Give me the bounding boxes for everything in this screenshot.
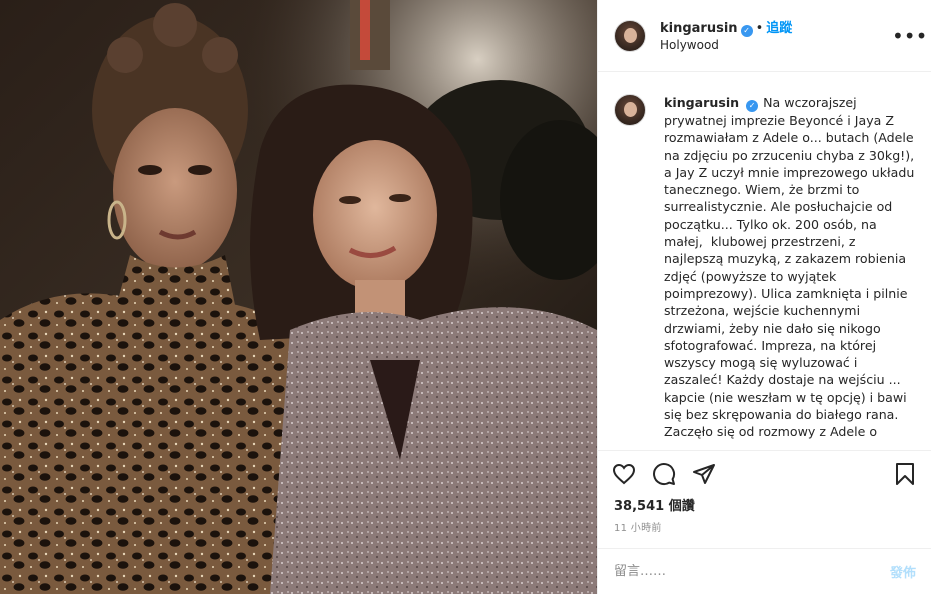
caption-row: kingarusin ✓ Na wczorajszej prywatnej impr… xyxy=(614,94,916,441)
action-bar xyxy=(610,459,920,489)
heart-icon[interactable] xyxy=(612,462,636,490)
follow-button[interactable]: 追蹤 xyxy=(766,21,792,36)
likes-count[interactable]: 38,541 個讚 xyxy=(614,495,695,514)
post-location[interactable]: Holywood xyxy=(660,37,892,54)
caption-body: Na wczorajszej prywatnej imprezie Beyonc… xyxy=(664,95,919,440)
separator-dot: • xyxy=(755,20,764,36)
bookmark-icon[interactable] xyxy=(893,462,917,490)
post-side-panel: kingarusin ✓ • 追蹤 Holywood ••• kingarusin ✓ N… xyxy=(597,0,931,594)
caption-verified-badge-icon: ✓ xyxy=(746,100,759,112)
post-photo-illustration xyxy=(0,0,597,594)
comments-section[interactable]: kingarusin ✓ Na wczorajszej prywatnej impr… xyxy=(598,72,931,450)
comment-box: 發佈 xyxy=(598,548,931,594)
caption-username[interactable]: kingarusin xyxy=(664,95,739,110)
post-photo[interactable] xyxy=(0,0,597,594)
post-header-text: kingarusin ✓ • 追蹤 Holywood xyxy=(660,18,892,54)
paper-plane-icon[interactable] xyxy=(692,462,716,490)
author-username[interactable]: kingarusin xyxy=(660,21,738,36)
post-timestamp[interactable]: 11 小時前 xyxy=(614,519,662,534)
caption-text: kingarusin ✓ Na wczorajszej prywatnej impr… xyxy=(664,94,916,441)
author-avatar[interactable] xyxy=(614,19,646,52)
comment-icon[interactable] xyxy=(652,462,676,490)
verified-badge-icon: ✓ xyxy=(740,24,753,37)
caption-author-avatar[interactable] xyxy=(614,94,646,126)
post-comment-button[interactable]: 發佈 xyxy=(890,562,916,581)
more-icon[interactable]: ••• xyxy=(892,26,927,46)
comment-input[interactable] xyxy=(614,564,890,579)
post-header: kingarusin ✓ • 追蹤 Holywood ••• xyxy=(598,0,931,72)
